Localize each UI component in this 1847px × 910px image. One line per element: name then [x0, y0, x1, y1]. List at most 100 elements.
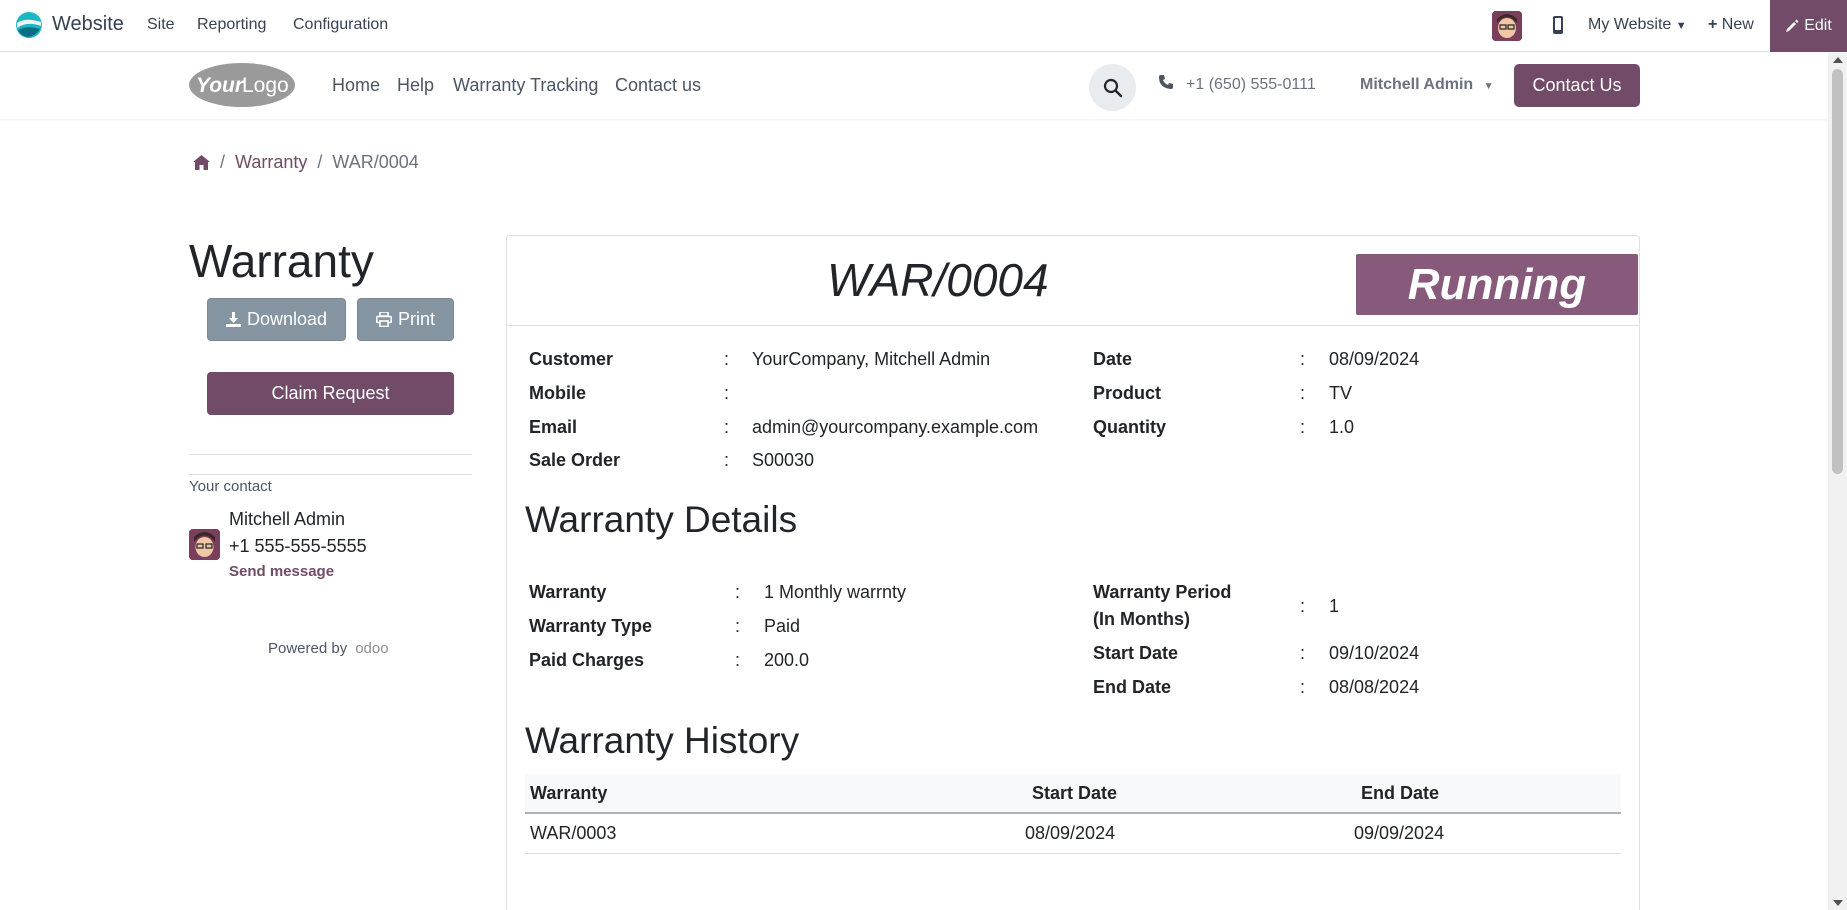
field-label-email: Email — [529, 417, 578, 437]
send-message-link[interactable]: Send message — [229, 563, 334, 580]
app-name[interactable]: Website — [52, 13, 124, 36]
cell-end-date: 09/09/2024 — [1354, 823, 1445, 843]
field-label-start-date: Start Date — [1093, 643, 1179, 663]
site-header: Your Logo Home Help Warranty Tracking Co… — [0, 53, 1828, 119]
claim-request-button[interactable]: Claim Request — [207, 372, 454, 415]
powered-by-label: Powered by — [268, 640, 348, 657]
field-label-quantity: Quantity — [1093, 417, 1167, 437]
sidebar-title: Warranty — [189, 235, 374, 287]
edit-button[interactable]: Edit — [1770, 0, 1847, 52]
breadcrumb-current: WAR/0004 — [332, 152, 419, 172]
download-button[interactable]: Download — [207, 298, 346, 341]
column-end-date: End Date — [1361, 783, 1440, 803]
nav-warranty-tracking[interactable]: Warranty Tracking — [453, 75, 598, 96]
field-value-warranty-type: Paid — [764, 616, 801, 636]
my-website-label: My Website — [1588, 16, 1672, 33]
user-menu[interactable]: Mitchell Admin ▼ — [1360, 76, 1494, 94]
breadcrumb-separator: / — [220, 152, 226, 172]
card-header: WAR/0004 Running — [507, 236, 1639, 326]
field-colon: : — [1300, 349, 1306, 369]
print-button[interactable]: Print — [357, 298, 454, 341]
breadcrumb-warranty[interactable]: Warranty — [235, 152, 307, 173]
contact-avatar — [189, 529, 220, 560]
field-label-warranty-type: Warranty Type — [529, 616, 653, 636]
powered-by: Powered by odoo — [268, 640, 389, 657]
user-avatar[interactable] — [1492, 11, 1522, 41]
nav-contact-us[interactable]: Contact us — [615, 75, 701, 96]
odoo-logo[interactable]: odoo — [355, 640, 388, 657]
field-label-paid-charges: Paid Charges — [529, 650, 645, 670]
field-value-customer: YourCompany, Mitchell Admin — [752, 349, 991, 369]
plus-icon: + — [1708, 16, 1718, 33]
field-label-date: Date — [1093, 349, 1133, 369]
user-name: Mitchell Admin — [1360, 76, 1474, 93]
admin-bar: Website Site Reporting Configuration My … — [0, 0, 1847, 52]
breadcrumb-separator: / — [317, 152, 323, 172]
new-button[interactable]: + New — [1708, 16, 1754, 34]
search-icon — [1103, 78, 1122, 97]
divider — [189, 474, 472, 475]
phone-icon — [1159, 75, 1173, 89]
menu-configuration[interactable]: Configuration — [293, 16, 388, 34]
field-value-warranty-period: 1 — [1329, 596, 1340, 616]
warranty-reference: WAR/0004 — [827, 254, 1049, 306]
warranty-history-title: Warranty History — [525, 720, 800, 761]
my-website-dropdown[interactable]: My Website ▼ — [1588, 16, 1687, 34]
menu-reporting[interactable]: Reporting — [197, 16, 266, 34]
warranty-card: WAR/0004 Running Customer : YourCompany,… — [506, 235, 1640, 910]
home-icon[interactable] — [193, 155, 210, 170]
scroll-up-icon[interactable] — [1833, 57, 1843, 63]
header-phone[interactable]: +1 (650) 555-0111 — [1186, 76, 1316, 94]
field-colon: : — [1300, 643, 1306, 663]
website-app-icon[interactable] — [15, 11, 43, 39]
field-value-paid-charges: 200.0 — [764, 650, 810, 670]
field-colon: : — [735, 582, 741, 602]
field-value-email: admin@yourcompany.example.com — [752, 417, 1039, 437]
field-colon: : — [1300, 677, 1306, 697]
divider — [189, 454, 472, 455]
field-colon: : — [724, 349, 730, 369]
contact-us-button[interactable]: Contact Us — [1514, 64, 1640, 107]
field-label-warranty-period-unit: (In Months) — [1093, 609, 1190, 629]
field-colon: : — [1300, 596, 1306, 616]
table-row[interactable]: WAR/0003 08/09/2024 09/09/2024 — [525, 814, 1621, 854]
field-label-sale-order: Sale Order — [529, 450, 621, 470]
scroll-down-icon[interactable] — [1833, 900, 1843, 906]
field-label-end-date: End Date — [1093, 677, 1172, 697]
menu-site[interactable]: Site — [147, 16, 175, 34]
page-scrollbar[interactable] — [1828, 53, 1847, 910]
mobile-preview-icon[interactable] — [1552, 15, 1564, 35]
site-logo[interactable]: Your Logo — [188, 62, 296, 108]
field-value-date: 08/09/2024 — [1329, 349, 1420, 369]
field-value-start-date: 09/10/2024 — [1329, 643, 1420, 663]
field-label-product: Product — [1093, 383, 1162, 403]
column-start-date: Start Date — [1032, 783, 1118, 803]
scroll-thumb[interactable] — [1832, 69, 1843, 474]
field-colon: : — [735, 650, 741, 670]
history-table-header: Warranty Start Date End Date — [525, 774, 1621, 814]
contact-name: Mitchell Admin — [229, 509, 346, 529]
download-label: Download — [246, 309, 328, 329]
print-icon — [375, 312, 392, 327]
column-warranty: Warranty — [530, 783, 608, 803]
field-label-warranty-period: Warranty Period — [1093, 582, 1232, 602]
breadcrumb: / Warranty / WAR/0004 — [193, 152, 419, 173]
new-label: New — [1721, 16, 1754, 33]
field-colon: : — [1300, 417, 1306, 437]
logo-your: Your — [196, 74, 245, 97]
edit-label: Edit — [1804, 17, 1832, 34]
nav-help[interactable]: Help — [397, 75, 434, 96]
print-label: Print — [397, 309, 435, 329]
cell-warranty[interactable]: WAR/0003 — [530, 823, 616, 844]
field-value-end-date: 08/08/2024 — [1329, 677, 1420, 697]
cell-start-date: 08/09/2024 — [1025, 823, 1116, 843]
field-colon: : — [1300, 383, 1306, 403]
contact-phone: +1 555-555-5555 — [229, 536, 367, 556]
pencil-icon — [1786, 19, 1799, 32]
field-label-warranty: Warranty — [529, 582, 607, 602]
nav-home[interactable]: Home — [332, 75, 380, 96]
field-value-sale-order: S00030 — [752, 450, 815, 470]
field-colon: : — [724, 383, 730, 403]
field-colon: : — [724, 450, 730, 470]
search-button[interactable] — [1089, 64, 1136, 111]
